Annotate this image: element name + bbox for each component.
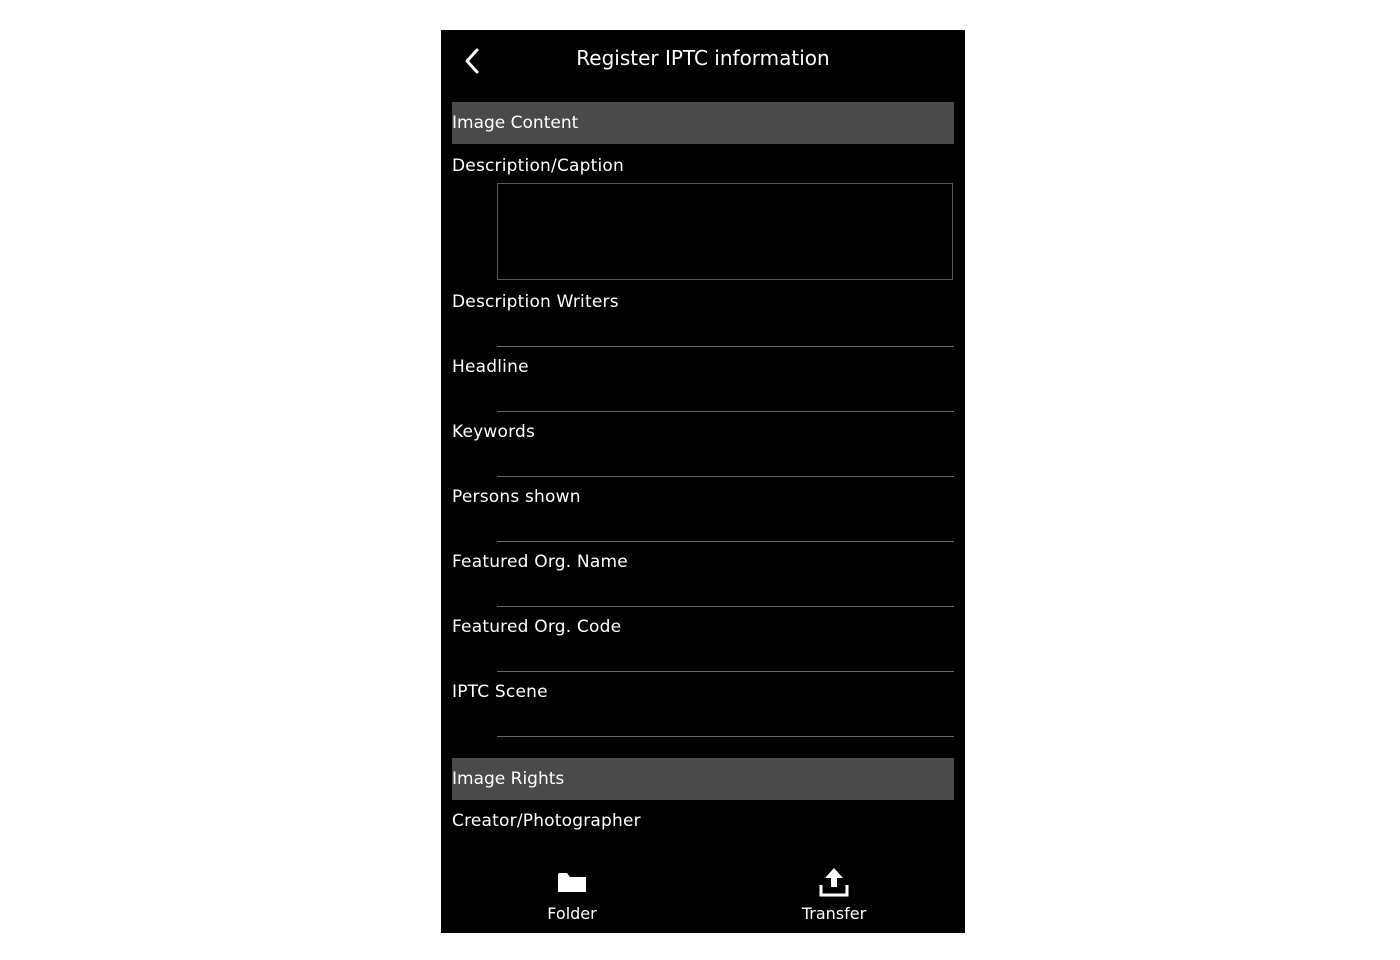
- header-bar: Register IPTC information: [441, 30, 965, 92]
- featured-org-name-input[interactable]: [497, 579, 954, 607]
- featured-org-code-label: Featured Org. Code: [452, 617, 622, 637]
- description-writers-label: Description Writers: [452, 292, 619, 312]
- iptc-scene-label: IPTC Scene: [452, 682, 548, 702]
- section-header-image-content: Image Content: [452, 102, 954, 144]
- description-caption-label: Description/Caption: [452, 156, 624, 176]
- keywords-input[interactable]: [497, 449, 954, 477]
- page-title: Register IPTC information: [576, 46, 830, 70]
- description-caption-textarea[interactable]: [497, 183, 953, 280]
- tab-transfer[interactable]: Transfer: [774, 866, 894, 928]
- tab-transfer-label: Transfer: [801, 904, 867, 923]
- featured-org-name-label: Featured Org. Name: [452, 552, 628, 572]
- persons-shown-input[interactable]: [497, 514, 954, 542]
- app-screen: Register IPTC information Image Content …: [441, 30, 965, 933]
- persons-shown-label: Persons shown: [452, 487, 581, 507]
- headline-label: Headline: [452, 357, 529, 377]
- iptc-scene-input[interactable]: [497, 709, 954, 737]
- creator-photographer-label: Creator/Photographer: [452, 811, 641, 831]
- bottom-tab-bar: Folder Transfer: [441, 858, 965, 933]
- tab-folder-label: Folder: [547, 904, 597, 923]
- featured-org-code-input[interactable]: [497, 644, 954, 672]
- description-writers-input[interactable]: [497, 319, 954, 347]
- keywords-label: Keywords: [452, 422, 536, 442]
- upload-icon: [818, 866, 850, 898]
- headline-input[interactable]: [497, 384, 954, 412]
- section-header-image-rights: Image Rights: [452, 758, 954, 800]
- folder-icon: [556, 866, 588, 898]
- tab-folder[interactable]: Folder: [512, 866, 632, 928]
